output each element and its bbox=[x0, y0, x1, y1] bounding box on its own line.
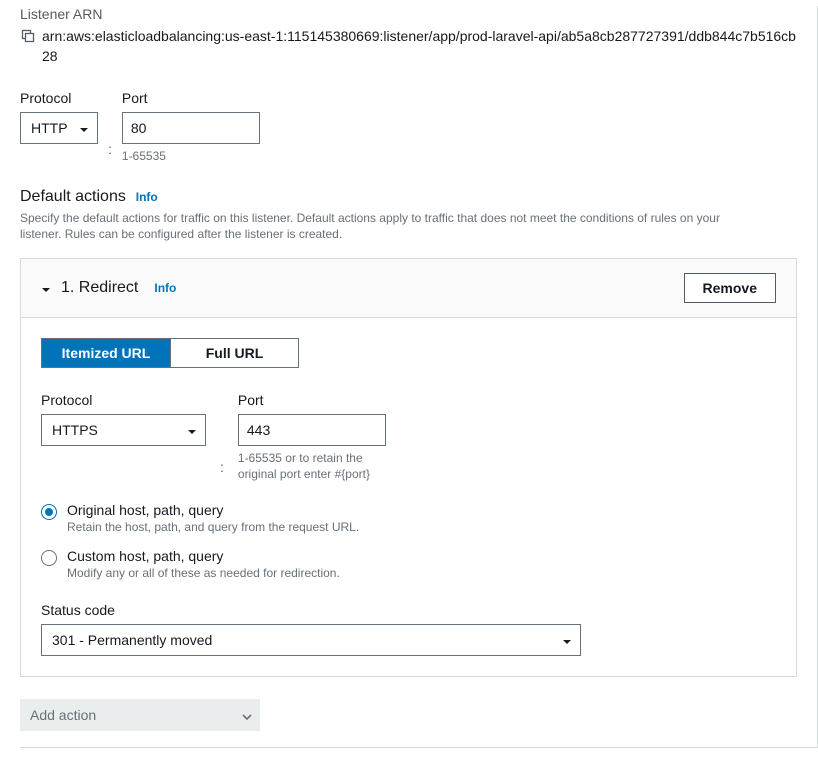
copy-icon[interactable] bbox=[20, 28, 36, 49]
colon-separator: : bbox=[220, 459, 224, 475]
redirect-action-card: 1. Redirect Info Remove Itemized URL Ful… bbox=[20, 258, 797, 677]
info-link[interactable]: Info bbox=[136, 190, 158, 204]
status-code-select[interactable]: 301 - Permanently moved bbox=[41, 624, 581, 656]
port-hint: 1-65535 bbox=[122, 148, 260, 164]
url-mode-segmented: Itemized URL Full URL bbox=[41, 338, 299, 368]
status-code-label: Status code bbox=[41, 602, 776, 618]
redirect-port-input[interactable] bbox=[238, 414, 386, 446]
listener-arn-label: Listener ARN bbox=[20, 6, 797, 22]
radio-custom-label: Custom host, path, query bbox=[67, 548, 340, 564]
redirect-port-label: Port bbox=[238, 392, 398, 408]
tab-full-url[interactable]: Full URL bbox=[170, 339, 298, 367]
radio-original-label: Original host, path, query bbox=[67, 502, 359, 518]
default-actions-desc: Specify the default actions for traffic … bbox=[20, 210, 760, 242]
caret-down-icon bbox=[242, 707, 252, 723]
action-title: 1. Redirect bbox=[61, 279, 138, 297]
collapse-icon[interactable] bbox=[41, 280, 51, 296]
add-action-dropdown[interactable]: Add action bbox=[20, 699, 260, 731]
redirect-protocol-value: HTTPS bbox=[42, 422, 205, 438]
port-input[interactable] bbox=[122, 112, 260, 144]
radio-custom[interactable] bbox=[41, 550, 57, 566]
tab-itemized-url[interactable]: Itemized URL bbox=[42, 339, 170, 367]
redirect-protocol-label: Protocol bbox=[41, 392, 206, 408]
status-code-value: 301 - Permanently moved bbox=[42, 632, 580, 648]
redirect-port-hint: 1-65535 or to retain the original port e… bbox=[238, 450, 398, 482]
add-action-label: Add action bbox=[30, 707, 96, 723]
protocol-select[interactable]: HTTP bbox=[20, 112, 98, 144]
action-info-link[interactable]: Info bbox=[154, 281, 176, 295]
listener-arn-value: arn:aws:elasticloadbalancing:us-east-1:1… bbox=[42, 26, 797, 66]
radio-original[interactable] bbox=[41, 504, 57, 520]
protocol-label: Protocol bbox=[20, 90, 98, 106]
remove-button[interactable]: Remove bbox=[684, 273, 776, 303]
radio-original-desc: Retain the host, path, and query from th… bbox=[67, 520, 359, 534]
radio-custom-desc: Modify any or all of these as needed for… bbox=[67, 566, 340, 580]
colon-separator: : bbox=[108, 141, 112, 157]
protocol-value: HTTP bbox=[21, 120, 97, 136]
port-label: Port bbox=[122, 90, 260, 106]
default-actions-title: Default actions bbox=[20, 188, 126, 205]
redirect-protocol-select[interactable]: HTTPS bbox=[41, 414, 206, 446]
